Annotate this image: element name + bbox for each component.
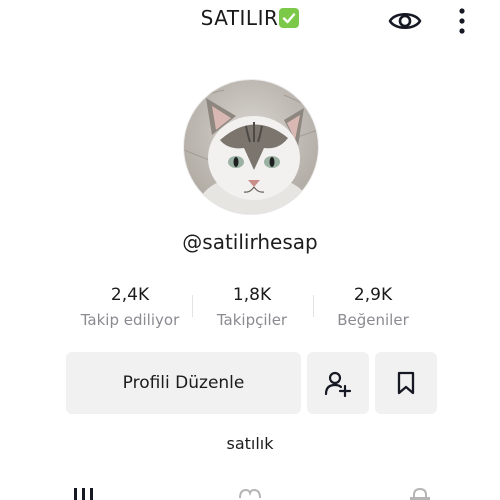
lock-icon[interactable] <box>406 484 434 500</box>
bio-text: satılık <box>226 434 274 453</box>
favorites-button[interactable] <box>375 352 437 414</box>
stat-followers[interactable]: 1,8K Takipçiler <box>192 285 312 329</box>
profile-stats: 2,4K Takip ediliyor 1,8K Takipçiler 2,9K… <box>70 285 430 335</box>
stat-following[interactable]: 2,4K Takip ediliyor <box>70 285 190 329</box>
check-mark-icon <box>279 8 300 28</box>
edit-profile-button[interactable]: Profili Düzenle <box>66 352 301 414</box>
stat-value: 1,8K <box>232 285 272 305</box>
stat-label: Takip ediliyor <box>80 311 180 329</box>
stat-label: Beğeniler <box>337 311 409 329</box>
add-friend-button[interactable] <box>307 352 369 414</box>
eye-icon[interactable] <box>388 8 422 34</box>
content-tabs <box>0 484 500 500</box>
stat-value: 2,9K <box>353 285 393 305</box>
avatar[interactable] <box>184 80 318 214</box>
stat-value: 2,4K <box>110 285 150 305</box>
liked-icon[interactable] <box>236 484 264 500</box>
top-bar: SATILIR <box>0 0 500 40</box>
stat-likes[interactable]: 2,9K Beğeniler <box>313 285 433 329</box>
stat-label: Takipçiler <box>216 311 288 329</box>
username: @satilirhesap <box>182 230 318 254</box>
account-switcher[interactable]: SATILIR <box>0 6 500 30</box>
more-vertical-icon[interactable] <box>452 6 472 36</box>
account-title: SATILIR <box>200 6 279 30</box>
grid-icon[interactable] <box>72 484 96 500</box>
